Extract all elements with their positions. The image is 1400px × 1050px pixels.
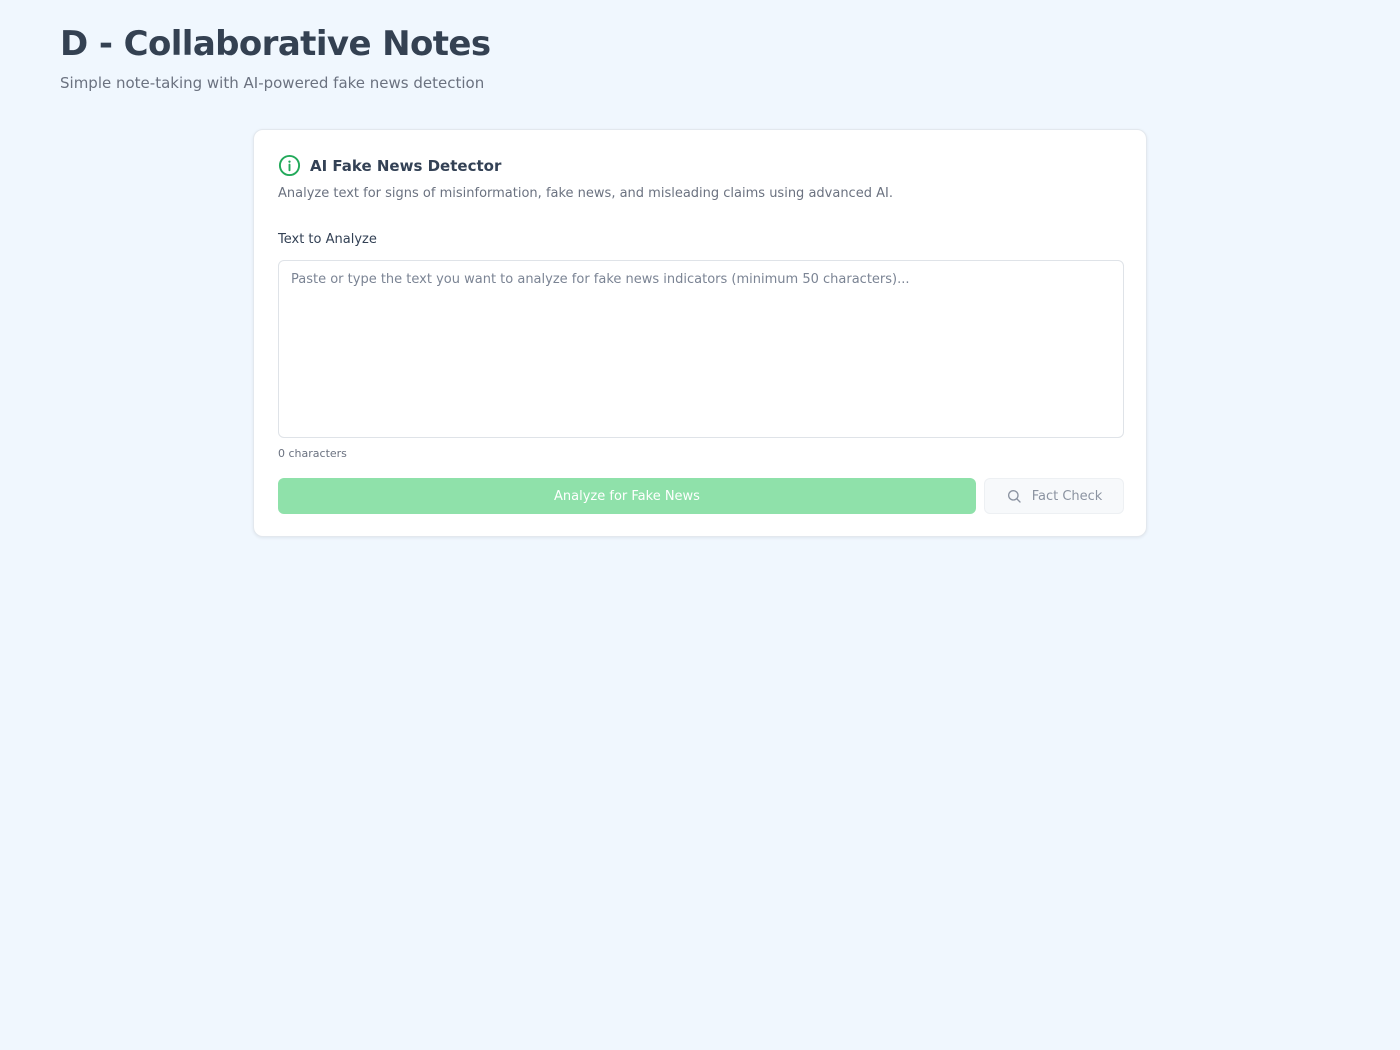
analyze-for-fake-news-button[interactable]: Analyze for Fake News — [278, 478, 976, 514]
card-header: AI Fake News Detector — [278, 154, 501, 177]
card-description: Analyze text for signs of misinformation… — [278, 186, 893, 201]
info-icon — [278, 154, 301, 177]
page-title: D - Collaborative Notes — [60, 24, 491, 64]
fact-check-button[interactable]: Fact Check — [984, 478, 1124, 514]
search-icon — [1006, 488, 1022, 504]
fact-check-label: Fact Check — [1031, 488, 1103, 504]
analysis-text-input[interactable] — [278, 260, 1124, 438]
card-title: AI Fake News Detector — [310, 156, 502, 175]
character-count: 0 characters — [278, 447, 347, 460]
fake-news-detector-card: AI Fake News Detector Analyze text for s… — [253, 129, 1147, 537]
text-to-analyze-label: Text to Analyze — [278, 232, 377, 247]
page-header: D - Collaborative Notes Simple note-taki… — [60, 22, 491, 94]
page-subtitle: Simple note-taking with AI-powered fake … — [60, 74, 485, 92]
